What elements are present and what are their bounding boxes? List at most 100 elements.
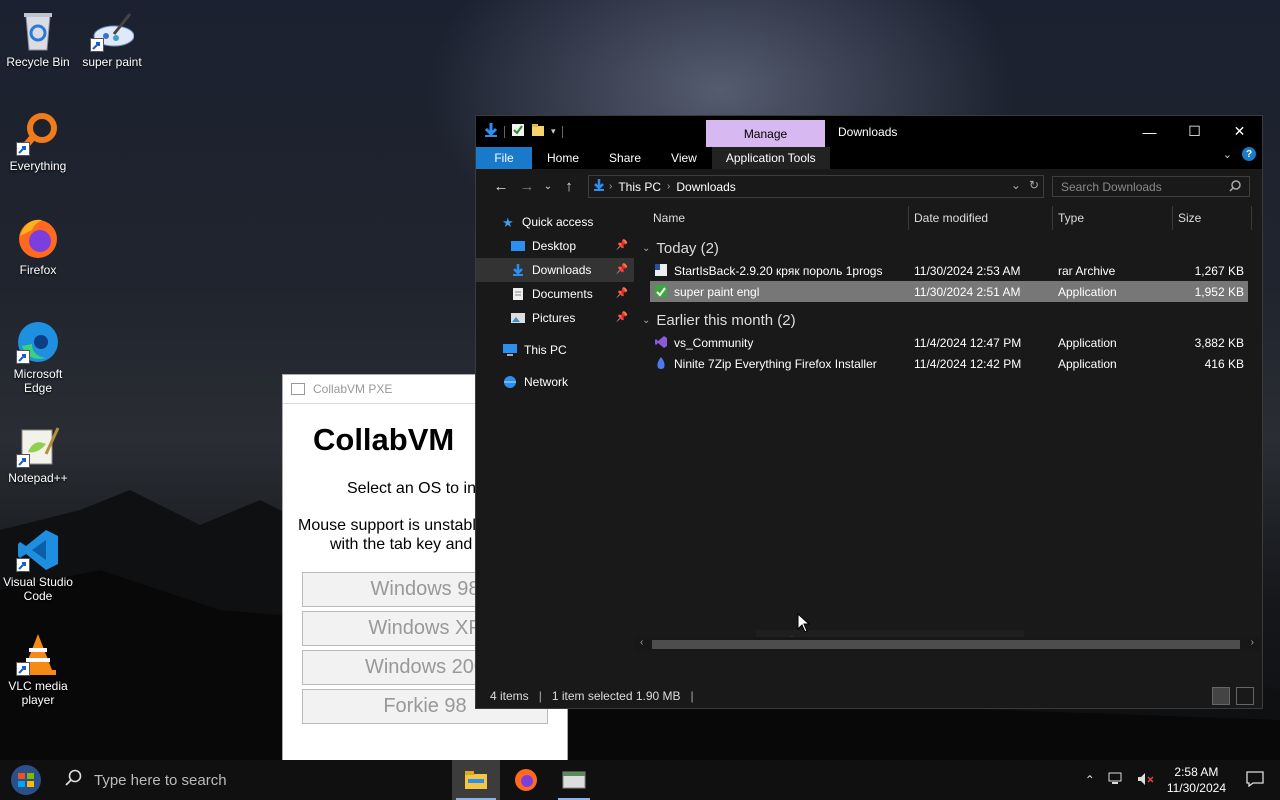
file-size: 1,267 KB (1194, 264, 1244, 278)
column-header-name[interactable]: Name (653, 211, 685, 225)
pin-icon[interactable]: 📌 (616, 312, 628, 323)
tab-share[interactable]: Share (594, 147, 656, 169)
breadcrumb-this-pc[interactable]: This PC (612, 180, 667, 194)
desktop-icon-firefox[interactable]: Firefox (0, 216, 76, 277)
chevron-down-icon[interactable]: ▾ (551, 126, 556, 137)
scrollbar-thumb[interactable] (652, 640, 1240, 649)
file-row[interactable]: Ninite 7Zip Everything Firefox Installer… (634, 353, 1260, 374)
nav-item-this-pc[interactable]: This PC (476, 338, 634, 362)
column-header-size[interactable]: Size (1178, 211, 1201, 225)
search-input[interactable]: Search Downloads (1061, 180, 1162, 194)
search-box[interactable]: Search Downloads (1052, 176, 1250, 197)
firefox-icon (16, 216, 60, 260)
group-label: Earlier this month (2) (656, 311, 796, 329)
collabvm-window-title: CollabVM PXE (313, 382, 393, 396)
address-dropdown-icon[interactable]: ⌄ (1011, 178, 1021, 192)
file-size: 1,952 KB (1194, 285, 1244, 299)
file-list-pane[interactable]: Name Date modified Type Size ⌄ Today (2)… (634, 206, 1260, 671)
file-type: rar Archive (1058, 264, 1116, 278)
pin-icon[interactable]: 📌 (616, 240, 628, 251)
notepad-plus-plus-icon (16, 424, 60, 468)
expand-ribbon-icon[interactable]: ⌄ (1223, 148, 1232, 161)
breadcrumb-downloads[interactable]: Downloads (670, 180, 741, 194)
nav-item-network[interactable]: Network (476, 370, 634, 394)
chevron-down-icon[interactable]: ⌄ (642, 243, 650, 254)
column-header-type[interactable]: Type (1058, 211, 1084, 225)
desktop-icon-super-paint[interactable]: super paint (74, 8, 150, 69)
properties-icon[interactable] (511, 123, 525, 140)
nav-item-label: Documents (532, 287, 593, 301)
recent-locations-chevron-icon[interactable]: ⌄ (540, 181, 556, 192)
desktop-icon-vscode[interactable]: Visual Studio Code (0, 528, 76, 603)
taskbar-clock[interactable]: 2:58 AM 11/30/2024 (1167, 764, 1226, 796)
tab-home[interactable]: Home (532, 147, 594, 169)
desktop-icon-label: Everything (9, 159, 67, 173)
maximize-icon[interactable]: ☐ (1172, 116, 1217, 147)
taskbar-firefox[interactable] (502, 760, 550, 800)
chevron-up-icon[interactable]: ⌃ (1085, 773, 1095, 787)
column-separator[interactable] (908, 206, 909, 230)
forward-arrow-icon[interactable]: → (514, 178, 540, 195)
file-explorer-window[interactable]: ▾ Manage Downloads — ☐ ✕ File Home Share… (475, 115, 1263, 709)
notifications-icon[interactable] (1246, 770, 1264, 790)
file-row-selected[interactable]: super paint engl 11/30/2024 2:51 AM Appl… (650, 281, 1248, 302)
details-view-icon[interactable] (1212, 687, 1230, 705)
close-icon[interactable]: ✕ (1217, 116, 1262, 147)
taskbar-collabvm-app[interactable] (550, 760, 598, 800)
tab-view[interactable]: View (656, 147, 712, 169)
download-arrow-icon[interactable] (484, 122, 498, 141)
nav-item-documents[interactable]: Documents 📌 (476, 282, 634, 306)
volume-muted-icon[interactable] (1137, 772, 1155, 789)
shortcut-arrow-icon (16, 142, 30, 156)
pin-icon[interactable]: 📌 (616, 264, 628, 275)
refresh-icon[interactable]: ↻ (1029, 178, 1039, 192)
downloads-location-icon (593, 178, 605, 195)
shortcut-arrow-icon (16, 558, 30, 572)
tab-application-tools[interactable]: Application Tools (711, 147, 830, 169)
new-folder-icon[interactable] (531, 123, 545, 140)
minimize-icon[interactable]: — (1127, 116, 1172, 147)
start-button[interactable] (0, 760, 52, 800)
address-bar[interactable]: › This PC › Downloads ⌄ ↻ (588, 175, 1044, 198)
desktop-icon-label: Recycle Bin (6, 55, 70, 69)
tab-file[interactable]: File (476, 147, 532, 169)
group-header-earlier-this-month[interactable]: ⌄ Earlier this month (2) (634, 308, 1260, 332)
tab-manage[interactable]: Manage (706, 120, 825, 147)
clock-date: 11/30/2024 (1166, 781, 1226, 795)
column-separator[interactable] (1251, 206, 1252, 230)
search-icon (1229, 180, 1241, 195)
scroll-right-icon[interactable]: › (1251, 637, 1254, 648)
desktop-icon-recycle-bin[interactable]: Recycle Bin (0, 8, 76, 69)
nav-item-quick-access[interactable]: ★ Quick access (476, 210, 634, 234)
chevron-down-icon[interactable]: ⌄ (642, 315, 650, 326)
horizontal-scrollbar[interactable]: ‹ › (634, 637, 1260, 651)
up-arrow-icon[interactable]: ↑ (556, 178, 582, 195)
desktop-icon-notepad-plus-plus[interactable]: Notepad++ (0, 424, 76, 485)
explorer-titlebar[interactable]: ▾ Manage Downloads — ☐ ✕ (476, 116, 1262, 147)
pictures-folder-icon (510, 311, 526, 325)
desktop-icon-everything[interactable]: Everything (0, 112, 76, 173)
back-arrow-icon[interactable]: ← (488, 178, 514, 195)
column-separator[interactable] (1172, 206, 1173, 230)
desktop-icon-vlc[interactable]: VLC media player (0, 632, 76, 707)
desktop-icon-edge[interactable]: Microsoft Edge (0, 320, 76, 395)
scroll-left-icon[interactable]: ‹ (640, 637, 643, 648)
pin-icon[interactable]: 📌 (616, 288, 628, 299)
nav-item-desktop[interactable]: Desktop 📌 (476, 234, 634, 258)
nav-item-label: Quick access (522, 215, 594, 229)
taskbar-search-box[interactable]: Type here to search (52, 760, 392, 800)
file-type: Application (1058, 336, 1117, 350)
column-separator[interactable] (1052, 206, 1053, 230)
column-header-date[interactable]: Date modified (914, 211, 988, 225)
taskbar-file-explorer[interactable] (452, 760, 500, 800)
taskbar-search-input[interactable]: Type here to search (94, 772, 227, 789)
window-title: Downloads (838, 124, 898, 139)
large-icons-view-icon[interactable] (1236, 687, 1254, 705)
file-row[interactable]: StartIsBack-2.9.20 кряк пороль 1progs 11… (634, 260, 1260, 281)
nav-item-downloads[interactable]: Downloads 📌 (476, 258, 634, 282)
nav-item-pictures[interactable]: Pictures 📌 (476, 306, 634, 330)
help-icon[interactable]: ? (1242, 147, 1256, 161)
file-row[interactable]: vs_Community 11/4/2024 12:47 PM Applicat… (634, 332, 1260, 353)
group-header-today[interactable]: ⌄ Today (2) (634, 236, 1260, 260)
network-icon[interactable] (1107, 772, 1125, 789)
